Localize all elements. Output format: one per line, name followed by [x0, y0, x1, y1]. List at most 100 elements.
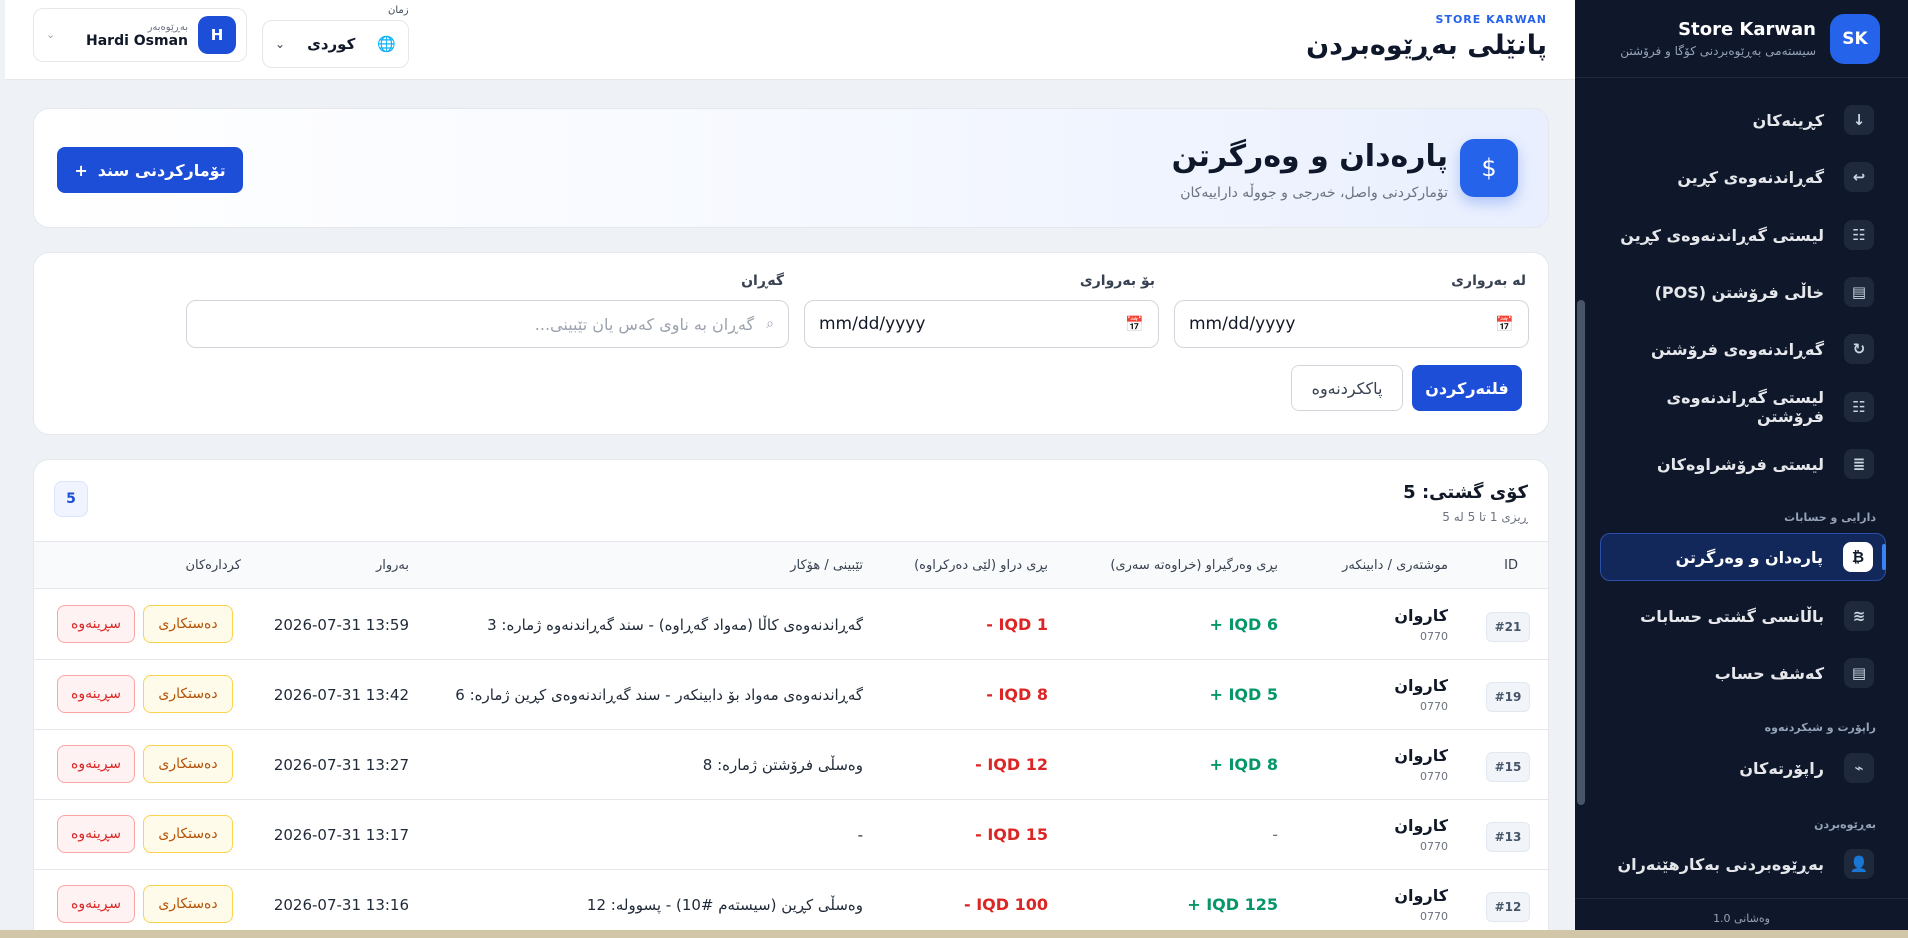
paid-amount: - IQD 12 [975, 755, 1048, 774]
from-date-label: لە بەرواری [1451, 273, 1526, 289]
add-voucher-label: تۆمارکردنی سند [97, 160, 226, 180]
row-note: وەسڵی کڕین (سیستەم #10) - پسوولە: 12 [586, 896, 863, 914]
filter-button[interactable]: فلتەرکردن [1412, 365, 1522, 411]
add-voucher-button[interactable]: تۆمارکردنی سند + [57, 147, 243, 193]
received-amount: + IQD 125 [1187, 895, 1278, 914]
refresh-icon: ↻ [1844, 334, 1874, 364]
table-row: #19 کاروان 0770 + IQD 5 - IQD 8 گەڕاندنە… [34, 660, 1548, 730]
dollar-icon: $ [1460, 139, 1518, 197]
received-amount: + IQD 8 [1209, 755, 1278, 774]
user-menu[interactable]: H بەڕێوەبەر Hardi Osman ⌄ [33, 8, 247, 62]
return-icon: ↩ [1844, 162, 1874, 192]
chart-icon: ⌁ [1844, 753, 1874, 783]
row-date: 2026-07-31 13:42 [273, 686, 409, 704]
sidebar-item-purchase-returns-list[interactable]: ☷ لیستی گەڕاندنەوەی کڕین [1600, 211, 1886, 259]
edit-button[interactable]: دەستکاری [143, 815, 233, 853]
active-indicator [1882, 544, 1886, 570]
received-amount: + IQD 6 [1209, 615, 1278, 634]
party-code: 0770 [1420, 630, 1448, 643]
search-input[interactable]: ⌕ گەڕان بە ناوی کەس یان تێبینی... [186, 300, 789, 348]
sidebar: SK Store Karwan سیستەمی بەڕێوەبردنی کۆگا… [1575, 0, 1908, 938]
sidebar-item-label: گەڕاندنەوەی فرۆشتن [1650, 339, 1824, 359]
from-date-input[interactable]: mm/dd/yyyy 📅 [1174, 300, 1529, 348]
sidebar-item-payments[interactable]: ₿ پارەدان و وەرگرتن [1600, 533, 1886, 581]
col-actions: کردارەکان [185, 558, 241, 573]
received-amount: + IQD 5 [1209, 685, 1278, 704]
user-role: بەڕێوەبەر [147, 21, 188, 33]
hero-subtitle: تۆمارکردنی واصل، خەرجی و جووڵە داراییەکا… [1180, 185, 1448, 201]
user-info: بەڕێوەبەر Hardi Osman [86, 22, 188, 49]
clear-button[interactable]: پاککردنەوە [1291, 365, 1403, 411]
col-received: بڕی وەرگیراو (خراوەتە سەری) [1110, 558, 1278, 573]
avatar: H [198, 16, 236, 54]
sidebar-item-purchases[interactable]: ↓ کڕینەکان [1600, 96, 1886, 144]
top-bar: STORE KARWAN پانێلی بەڕێوەبردن زمان ⌄ كو… [5, 0, 1575, 80]
delete-button[interactable]: سڕینەوە [57, 745, 135, 783]
sidebar-item-label: باڵانسی گشتی حسابات [1640, 606, 1824, 626]
wave-icon: ≋ [1844, 601, 1874, 631]
table-row: #12 کاروان 0770 + IQD 125 - IQD 100 وەسڵ… [34, 870, 1548, 937]
calendar-icon: 📅 [1495, 315, 1514, 333]
received-amount: - [1272, 825, 1278, 844]
paid-amount: - IQD 8 [986, 685, 1048, 704]
sidebar-brand: Store Karwan سیستەمی بەڕێوەبردنی کۆگا و … [1620, 19, 1816, 58]
row-date: 2026-07-31 13:27 [273, 756, 409, 774]
row-date: 2026-07-31 13:59 [273, 616, 409, 634]
language-value: كوردی [307, 35, 356, 53]
party-code: 0770 [1420, 700, 1448, 713]
sidebar-item-reports[interactable]: ⌁ راپۆرتەکان [1600, 744, 1886, 792]
edit-button[interactable]: دەستکاری [143, 745, 233, 783]
delete-button[interactable]: سڕینەوە [57, 605, 135, 643]
party-name: کاروان [1394, 746, 1448, 765]
sidebar-scrollbar[interactable] [1577, 300, 1585, 805]
sidebar-menu[interactable]: ↓ کڕینەکان ↩ گەڕاندنەوەی کڕین ☷ لیستی گە… [1575, 78, 1908, 898]
sidebar-item-balance[interactable]: ≋ باڵانسی گشتی حسابات [1600, 592, 1886, 640]
paid-amount: - IQD 15 [975, 825, 1048, 844]
register-icon: ▤ [1844, 277, 1874, 307]
header-brand: STORE KARWAN [1435, 13, 1547, 26]
search-icon: ⌕ [766, 316, 774, 332]
delete-button[interactable]: سڕینەوە [57, 675, 135, 713]
count-badge: 5 [54, 481, 88, 517]
page-header: STORE KARWAN پانێلی بەڕێوەبردن [1306, 13, 1547, 61]
sidebar-item-users[interactable]: 👤 بەڕێوەبردنی بەکارهێنەران [1600, 840, 1886, 888]
edit-button[interactable]: دەستکاری [143, 605, 233, 643]
table-row: #15 کاروان 0770 + IQD 8 - IQD 12 وەسڵی ف… [34, 730, 1548, 800]
col-date: بەروار [375, 558, 409, 573]
sidebar-item-pos[interactable]: ▤ خاڵی فرۆشتن (POS) [1600, 268, 1886, 316]
row-date: 2026-07-31 13:17 [273, 826, 409, 844]
main-content: STORE KARWAN پانێلی بەڕێوەبردن زمان ⌄ كو… [5, 0, 1575, 938]
sidebar-item-sales-returns-list[interactable]: ☷ لیستی گەڕاندنەوەی فرۆشتن [1600, 383, 1886, 431]
to-date-input[interactable]: mm/dd/yyyy 📅 [804, 300, 1159, 348]
sidebar-item-account-statement[interactable]: ▤ کەشف حساب [1600, 649, 1886, 697]
sidebar-item-purchase-returns[interactable]: ↩ گەڕاندنەوەی کڕین [1600, 153, 1886, 201]
transactions-table: کۆی گشتی: 5 ڕیزی 1 تا 5 لە 5 5 ID موشتەر… [33, 459, 1549, 938]
col-paid: بڕی دراو (لێی دەرکراوە) [914, 558, 1048, 573]
col-note: تێبینی / هۆکار [790, 558, 863, 573]
filter-panel: لە بەرواری بۆ بەرواری گەڕان mm/dd/yyyy 📅… [33, 252, 1549, 435]
list-icon: ☷ [1844, 392, 1874, 422]
edit-button[interactable]: دەستکاری [143, 885, 233, 923]
table-row: #21 کاروان 0770 + IQD 6 - IQD 1 گەڕاندنە… [34, 590, 1548, 660]
sidebar-item-label: کڕینەکان [1752, 110, 1824, 130]
sidebar-item-sold-list[interactable]: ≣ لیستی فرۆشراوەکان [1600, 440, 1886, 488]
delete-button[interactable]: سڕینەوە [57, 885, 135, 923]
language-label: زمان [388, 5, 409, 16]
row-id: #12 [1486, 892, 1530, 922]
table-header: ID موشتەری / دابینکەر بڕی وەرگیراو (خراو… [34, 541, 1548, 589]
delete-button[interactable]: سڕینەوە [57, 815, 135, 853]
party-code: 0770 [1420, 910, 1448, 923]
sidebar-item-sales-returns[interactable]: ↻ گەڕاندنەوەی فرۆشتن [1600, 325, 1886, 373]
window-bottom-edge [0, 930, 1908, 938]
sidebar-item-label: بەڕێوەبردنی بەکارهێنەران [1617, 854, 1824, 874]
user-name: Hardi Osman [86, 32, 188, 49]
calendar-icon: 📅 [1125, 315, 1144, 333]
party-code: 0770 [1420, 770, 1448, 783]
edit-button[interactable]: دەستکاری [143, 675, 233, 713]
sidebar-item-label: پارەدان و وەرگرتن [1675, 547, 1823, 567]
sidebar-item-label: لیستی گەڕاندنەوەی فرۆشتن [1666, 388, 1824, 426]
page-hero: $ پارەدان و وەرگرتن تۆمارکردنی واصل، خەر… [33, 108, 1549, 228]
row-id: #19 [1486, 682, 1530, 712]
language-select[interactable]: ⌄ كوردی 🌐 [262, 20, 409, 68]
list-icon: ☷ [1844, 220, 1874, 250]
